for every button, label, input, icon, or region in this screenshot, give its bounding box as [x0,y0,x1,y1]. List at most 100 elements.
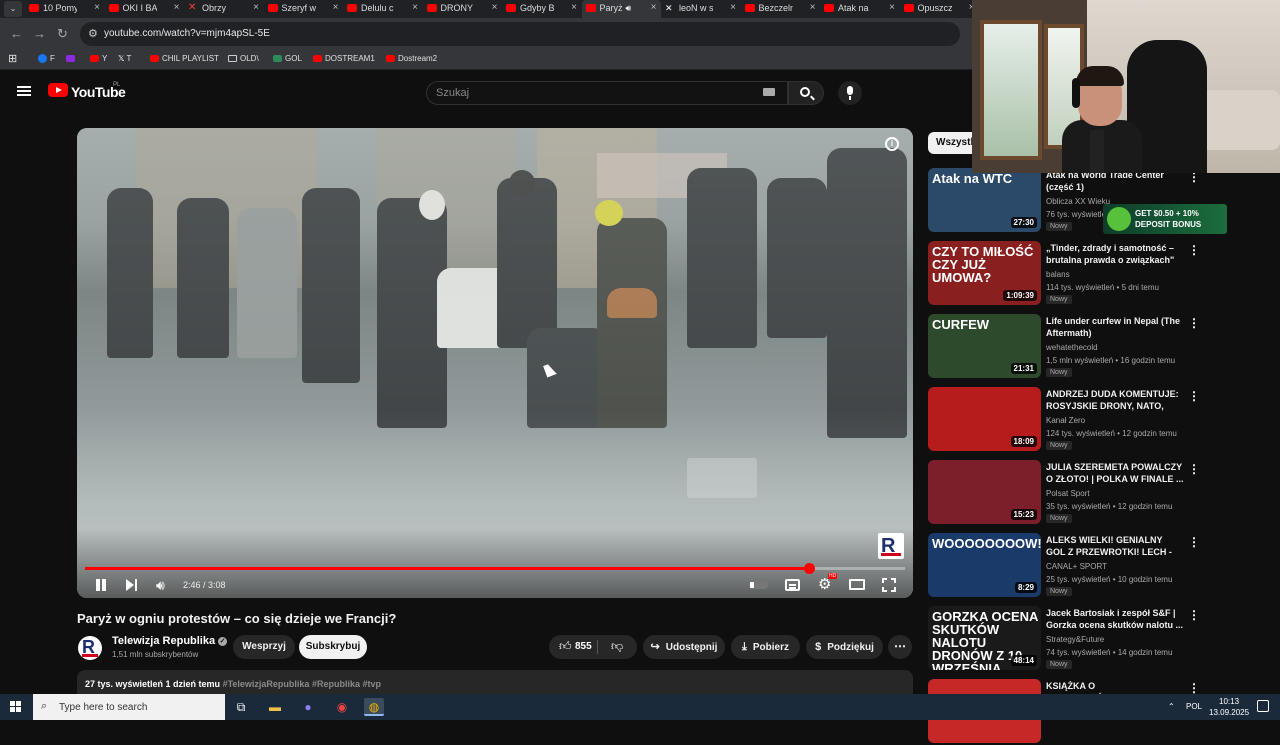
bookmark-item[interactable]: GOL [273,54,302,63]
bookmark-item[interactable]: Dostream2 [386,54,437,63]
close-tab-icon[interactable]: × [571,0,577,16]
browser-tab[interactable]: ✕ leoN w s × [661,0,740,18]
bookmark-item[interactable]: 𝕏 T [118,54,131,63]
system-clock[interactable]: 10:13 13.09.2025 [1209,696,1249,718]
tab-search-button[interactable]: ⌄ [4,1,22,17]
menu-icon[interactable] [17,86,31,96]
url-bar[interactable]: ⚙ youtube.com/watch?v=mjm4apSL-5E [80,22,960,46]
task-view-icon[interactable]: ⧉ [231,698,251,716]
more-options-icon[interactable]: ⋮ [1188,389,1200,403]
audio-playing-icon[interactable]: 🔊︎ [626,0,632,16]
browser-tab[interactable]: Bezczeln × [741,0,820,18]
recommended-video[interactable]: WOOOOOOOOW! 8:29 ALEKS WIELKI! GENIALNY GO… [928,533,1200,599]
recommended-title[interactable]: JULIA SZEREMETA POWALCZY O ZŁOTO! | POLK… [1046,461,1184,485]
more-options-icon[interactable]: ⋮ [1188,681,1200,695]
channel-name[interactable]: Telewizja Republika ✓ [112,635,228,647]
close-tab-icon[interactable]: × [810,0,816,16]
recommended-video[interactable]: CURFEW 21:31 Life under curfew in Nepal (T… [928,314,1200,380]
chrome-icon[interactable]: ◍ [364,698,384,716]
browser-tab[interactable]: DRONY × [423,0,502,18]
recommended-channel[interactable]: Kanał Zero [1046,416,1085,425]
bookmark-item[interactable]: Y [90,54,107,63]
dislike-icon[interactable]: 👎︎ [611,639,623,654]
progress-bar[interactable] [85,563,905,574]
language-indicator[interactable]: POL [1186,702,1202,711]
recommended-channel[interactable]: wehatethecold [1046,343,1098,352]
search-box[interactable] [426,81,788,105]
recommended-title[interactable]: Jacek Bartosiak i zespół S&F | Gorzka oc… [1046,607,1184,631]
more-options-icon[interactable]: ⋮ [1188,535,1200,549]
browser-tab[interactable]: Paryż 🔊︎ × [581,0,661,18]
browser-tab[interactable]: OKI I BA × [105,0,184,18]
recommended-video[interactable]: GORZKA OCENA SKUTKÓW NALOTU DRONÓW Z 10 … [928,606,1200,672]
youtube-logo-icon[interactable] [48,83,68,97]
recommended-channel[interactable]: CANAL+ SPORT [1046,562,1107,571]
more-actions-icon[interactable]: ⋯ [888,635,912,659]
notification-icon[interactable] [1257,700,1269,712]
bookmark-item[interactable]: OLD\ [228,54,259,63]
hashtags[interactable]: #TelewizjaRepublika #Republika #tvp [223,679,381,689]
share-button[interactable]: ↪ Udostępnij [643,635,725,659]
bookmark-item[interactable]: DOSTREAM1 [313,54,375,63]
recommended-channel[interactable]: balans [1046,270,1070,279]
more-options-icon[interactable]: ⋮ [1188,462,1200,476]
close-tab-icon[interactable]: × [253,0,259,16]
close-tab-icon[interactable]: × [730,0,736,16]
channel-watermark[interactable]: R [878,533,904,559]
recommended-title[interactable]: ALEKS WIELKI! GENIALNY GOL Z PRZEWROTKI!… [1046,534,1184,560]
recommended-video[interactable]: CZY TO MIŁOŚĆ CZY JUŻ UMOWA? 1:09:39 „Tind… [928,241,1200,307]
thanks-button[interactable]: $ Podziękuj [806,635,883,659]
recommended-channel[interactable]: Polsat Sport [1046,489,1090,498]
recommended-title[interactable]: ANDRZEJ DUDA KOMENTUJE: ROSYJSKIE DRONY,… [1046,388,1184,414]
obs-icon[interactable]: ◉ [332,698,352,716]
windows-start-icon[interactable] [10,701,22,713]
browser-tab[interactable]: Delulu c × [343,0,422,18]
recommended-channel[interactable]: Strategy&Future [1046,635,1104,644]
video-thumbnail[interactable]: Atak na WTC 27:30 [928,168,1041,232]
more-options-icon[interactable]: ⋮ [1188,316,1200,330]
join-button[interactable]: Wesprzyj [233,635,295,659]
download-button[interactable]: ⤓ Pobierz [731,635,800,659]
voice-search-button[interactable] [838,81,862,105]
recommended-video[interactable]: 18:09 ANDRZEJ DUDA KOMENTUJE: ROSYJSKIE D… [928,387,1200,453]
video-thumbnail[interactable]: 15:23 [928,460,1041,524]
close-tab-icon[interactable]: × [492,0,498,16]
taskbar-search[interactable]: ⌕ Type here to search [33,694,225,720]
site-info-icon[interactable]: ⚙ [88,27,98,40]
settings-gear-icon[interactable]: ⚙ [818,577,831,592]
video-thumbnail[interactable]: GORZKA OCENA SKUTKÓW NALOTU DRONÓW Z 10 … [928,606,1041,670]
close-tab-icon[interactable]: × [651,0,657,16]
bookmark-item[interactable] [66,54,78,63]
close-tab-icon[interactable]: × [94,0,100,16]
subscribe-button[interactable]: Subskrybuj [299,635,367,659]
more-options-icon[interactable]: ⋮ [1188,243,1200,257]
close-tab-icon[interactable]: × [412,0,418,16]
next-button[interactable] [126,579,138,591]
close-tab-icon[interactable]: × [174,0,180,16]
scrubber-handle[interactable] [804,563,816,574]
apps-grid-icon[interactable]: ⊞ [8,52,17,65]
bookmark-item[interactable]: CHIL PLAYLIST [150,54,219,63]
info-icon[interactable]: i [885,137,899,151]
video-thumbnail[interactable]: CURFEW 21:31 [928,314,1041,378]
tray-overflow-icon[interactable]: ⌃ [1168,702,1175,711]
browser-tab[interactable]: 10 Pomy × [25,0,104,18]
browser-tab[interactable]: ✕ Obrzy × [184,0,263,18]
video-player[interactable]: i R 🔊︎ 2:46 / 3:08 ⚙ HD [77,128,913,598]
volume-icon[interactable]: 🔊︎ [156,577,165,594]
browser-tab[interactable]: Gdyby B × [502,0,581,18]
recommended-title[interactable]: „Tinder, zdrady i samotność – brutalna p… [1046,242,1184,268]
theater-mode-button[interactable] [849,579,865,590]
file-explorer-icon[interactable]: ▬ [265,698,285,716]
browser-tab[interactable]: Szeryf w × [264,0,343,18]
channel-avatar[interactable]: R [78,636,102,660]
recommended-channel[interactable]: Oblicza XX Wieku [1046,197,1110,206]
fullscreen-button[interactable] [882,578,896,592]
recommended-title[interactable]: Life under curfew in Nepal (The Aftermat… [1046,315,1184,339]
close-tab-icon[interactable]: × [333,0,339,16]
video-thumbnail[interactable]: 18:09 [928,387,1041,451]
autoplay-toggle[interactable] [749,581,768,589]
like-count[interactable]: 855 [575,641,592,652]
video-thumbnail[interactable]: WOOOOOOOOW! 8:29 [928,533,1041,597]
pause-button[interactable] [95,579,107,591]
